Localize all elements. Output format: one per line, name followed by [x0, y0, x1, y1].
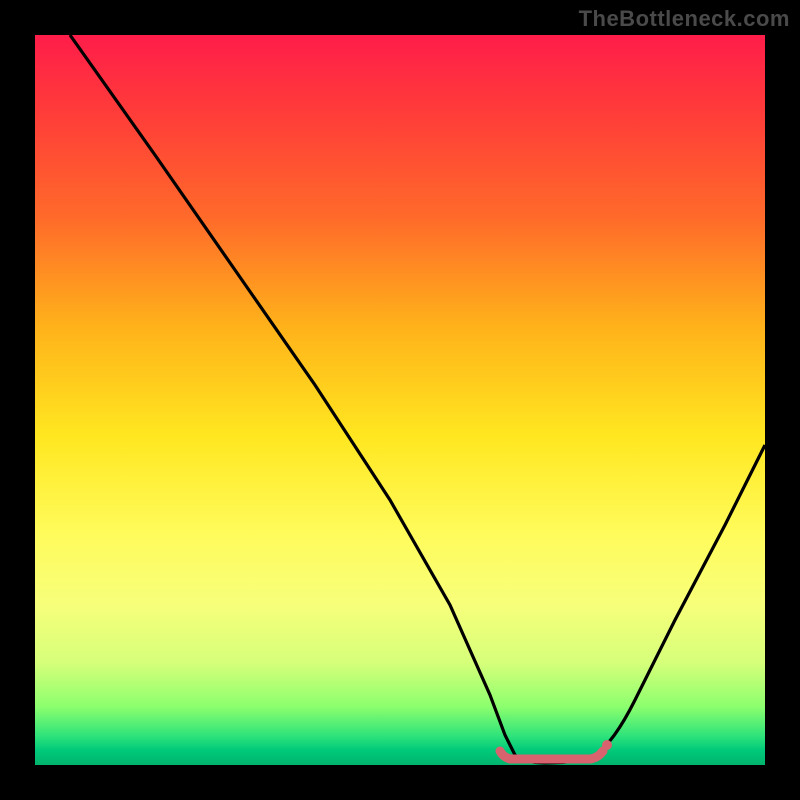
bottleneck-curve	[70, 35, 765, 763]
chart-frame: TheBottleneck.com	[0, 0, 800, 800]
curve-layer	[35, 35, 765, 765]
trough-marker-end-dot	[602, 740, 612, 750]
plot-area	[35, 35, 765, 765]
trough-marker	[500, 751, 603, 759]
watermark-text: TheBottleneck.com	[579, 6, 790, 32]
